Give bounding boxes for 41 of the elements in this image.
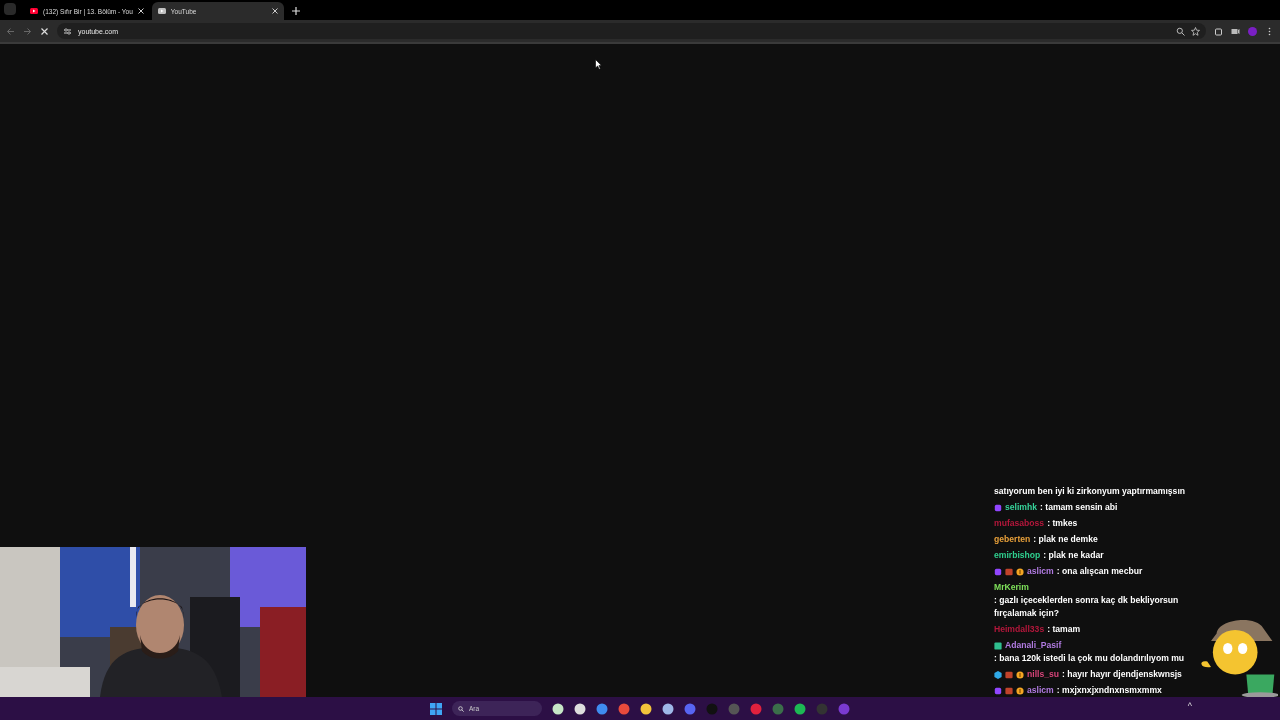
media-icon[interactable] <box>1231 26 1240 36</box>
extensions-icon[interactable] <box>1214 26 1223 36</box>
chat-username[interactable]: emirbishop <box>994 549 1041 562</box>
close-icon[interactable] <box>137 8 144 14</box>
chat-text: satıyorum ben iyi ki zirkonyum yaptırmamışsın <box>994 485 1186 498</box>
youtube-icon <box>30 8 38 14</box>
close-icon[interactable] <box>271 8 278 14</box>
chat-text: : mxjxnxjxndnxnsmxmmx <box>1056 684 1162 697</box>
chat-text: : tamam <box>1047 623 1081 636</box>
chat-username[interactable]: Adanali_Pasif <box>1005 639 1062 652</box>
chat-text: : tamam sensin abi <box>1040 501 1118 514</box>
chat-username[interactable]: nills_su <box>1027 668 1059 681</box>
chat-text: : plak ne demke <box>1033 533 1098 546</box>
new-tab-icon[interactable] <box>291 7 300 15</box>
chat-username[interactable]: aslicm <box>1027 565 1054 578</box>
star-icon[interactable] <box>1191 26 1200 36</box>
badge-icon <box>994 503 1002 512</box>
chat-text: : ona alışcan mecbur <box>1056 565 1143 578</box>
badge-icon <box>1016 686 1024 695</box>
chat-text: : hayır hayır djendjenskwnsjs <box>1062 668 1182 681</box>
tray-chevron-icon[interactable]: ^ <box>1187 701 1192 711</box>
chat-username[interactable]: geberten <box>994 533 1031 546</box>
forward-icon[interactable] <box>23 26 32 36</box>
back-icon[interactable] <box>6 26 15 36</box>
chat-text: : tmkes <box>1047 517 1078 530</box>
badge-icon <box>994 641 1002 650</box>
chat-username[interactable]: aslicm <box>1027 684 1054 697</box>
youtube-icon <box>157 8 166 14</box>
site-info-icon[interactable] <box>63 26 72 36</box>
chat-username[interactable]: selimhk <box>1005 501 1037 514</box>
chat-text: : gazlı içeceklerden sonra kaç dk bekliyorsun fırçalamak için? <box>994 594 1180 620</box>
chat-username[interactable]: MrKerim <box>994 581 1029 594</box>
search-icon <box>458 705 464 712</box>
chat-text: : bana 120k istedi la çok mu dolandırılıyom mu <box>994 652 1185 665</box>
mouse-cursor-icon <box>595 59 602 70</box>
badge-icon <box>1016 670 1024 679</box>
stop-icon[interactable] <box>40 26 49 36</box>
badge-icon <box>1016 567 1024 576</box>
zoom-icon[interactable] <box>1176 26 1185 36</box>
chat-text: : plak ne kadar <box>1043 549 1104 562</box>
start-icon[interactable] <box>430 702 442 715</box>
